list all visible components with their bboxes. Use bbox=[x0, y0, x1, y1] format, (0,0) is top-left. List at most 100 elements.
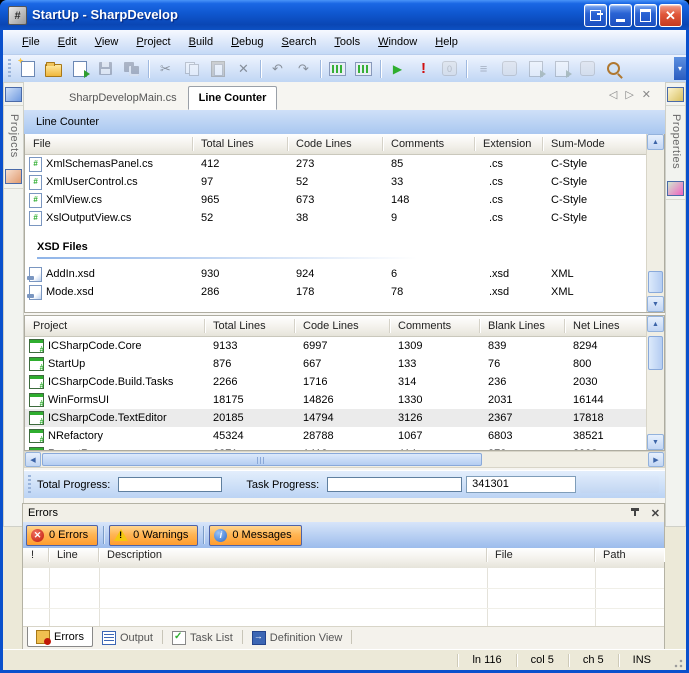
scroll-up-icon[interactable]: ▲ bbox=[647, 134, 664, 150]
table-row[interactable]: WinFormsUI 18175 14826 1330 2031 16144 bbox=[25, 391, 647, 409]
tab-definition-view[interactable]: Definition View bbox=[243, 627, 352, 648]
table-row[interactable]: #XmlSchemasPanel.cs 412 273 85 .cs C-Sty… bbox=[25, 155, 647, 173]
scroll-down-icon[interactable]: ▼ bbox=[647, 296, 664, 312]
col-net-lines[interactable]: Net Lines bbox=[565, 319, 647, 333]
projects-table-header[interactable]: Project Total Lines Code Lines Comments … bbox=[25, 316, 647, 337]
toolbar-overflow-button[interactable]: ▾ bbox=[674, 57, 686, 80]
col-file[interactable]: File bbox=[25, 137, 193, 151]
toolbar-grip[interactable] bbox=[8, 59, 11, 79]
table-row[interactable]: AddIn.xsd 930 924 6 .xsd XML bbox=[25, 265, 647, 283]
menu-view[interactable]: View bbox=[86, 33, 128, 51]
col-file[interactable]: File bbox=[487, 548, 595, 562]
tab-task-list[interactable]: Task List bbox=[163, 627, 242, 648]
col-severity[interactable]: ! bbox=[23, 548, 49, 562]
menu-debug[interactable]: Debug bbox=[222, 33, 272, 51]
col-total-lines[interactable]: Total Lines bbox=[193, 137, 288, 151]
col-comments[interactable]: Comments bbox=[383, 137, 475, 151]
open-button[interactable] bbox=[41, 57, 66, 80]
menu-file[interactable]: File bbox=[13, 33, 49, 51]
scrollbar-thumb[interactable] bbox=[42, 453, 482, 466]
col-extension[interactable]: Extension bbox=[475, 137, 543, 151]
pin-icon[interactable] bbox=[630, 508, 641, 519]
run-button[interactable]: ▶ bbox=[385, 57, 410, 80]
table-row-highlighted[interactable]: ICSharpCode.TextEditor 20185 14794 3126 … bbox=[25, 409, 647, 427]
tab-sharpdevelopmain[interactable]: SharpDevelopMain.cs bbox=[58, 86, 188, 110]
col-comments[interactable]: Comments bbox=[390, 319, 480, 333]
messages-filter-button[interactable]: i 0 Messages bbox=[209, 525, 301, 546]
title-bar[interactable]: # StartUp - SharpDevelop ✕ bbox=[0, 0, 689, 30]
menu-help[interactable]: Help bbox=[426, 33, 467, 51]
scroll-down-icon[interactable]: ▼ bbox=[647, 434, 664, 450]
files-vertical-scrollbar[interactable]: ▲ ▼ bbox=[646, 134, 664, 312]
group-header-underline bbox=[37, 257, 417, 259]
scroll-left-icon[interactable]: ◀ bbox=[25, 452, 41, 467]
tab-close-icon[interactable]: ✕ bbox=[642, 88, 651, 101]
projects-horizontal-scrollbar[interactable]: ◀ ▶ bbox=[24, 451, 665, 468]
abort-button[interactable]: ! bbox=[411, 57, 436, 80]
tab-scroll-left-icon[interactable]: ◁ bbox=[609, 88, 617, 101]
maximize-button[interactable] bbox=[634, 4, 657, 27]
errors-filter-button[interactable]: ✕ 0 Errors bbox=[26, 525, 98, 546]
resize-grip[interactable] bbox=[671, 656, 684, 669]
menu-project[interactable]: Project bbox=[127, 33, 179, 51]
find-in-files-icon bbox=[580, 61, 595, 76]
col-total-lines[interactable]: Total Lines bbox=[205, 319, 295, 333]
definition-view-tab-icon bbox=[252, 631, 266, 645]
scroll-up-icon[interactable]: ▲ bbox=[647, 316, 664, 332]
col-code-lines[interactable]: Code Lines bbox=[288, 137, 383, 151]
table-row[interactable]: Mode.xsd 286 178 78 .xsd XML bbox=[25, 283, 647, 301]
col-sum-mode[interactable]: Sum-Mode bbox=[543, 137, 647, 151]
tab-line-counter[interactable]: Line Counter bbox=[188, 86, 278, 110]
projects-vertical-scrollbar[interactable]: ▲ ▼ bbox=[646, 316, 664, 450]
projects-pad-label[interactable]: Projects bbox=[8, 114, 20, 158]
build-file-button bbox=[523, 57, 548, 80]
menu-search[interactable]: Search bbox=[273, 33, 326, 51]
build-solution-button[interactable] bbox=[325, 57, 350, 80]
minimize-button[interactable] bbox=[609, 4, 632, 27]
errors-table-body[interactable] bbox=[23, 568, 664, 629]
menu-build[interactable]: Build bbox=[180, 33, 222, 51]
warnings-filter-button[interactable]: ! 0 Warnings bbox=[109, 525, 198, 546]
col-blank-lines[interactable]: Blank Lines bbox=[480, 319, 565, 333]
scrollbar-thumb[interactable] bbox=[648, 336, 663, 370]
menu-edit[interactable]: Edit bbox=[49, 33, 86, 51]
new-file-button[interactable] bbox=[15, 57, 40, 80]
toolbar-separator bbox=[466, 60, 467, 78]
menu-bar: File Edit View Project Build Debug Searc… bbox=[3, 30, 686, 55]
errors-table-header[interactable]: ! Line Description File Path bbox=[23, 548, 664, 569]
tab-output[interactable]: Output bbox=[93, 627, 162, 648]
progress-toolbar-grip[interactable] bbox=[28, 475, 31, 494]
properties-pad-button[interactable] bbox=[666, 83, 685, 106]
tools-pad-button[interactable] bbox=[4, 166, 23, 189]
rebuild-solution-button[interactable] bbox=[351, 57, 376, 80]
table-row[interactable]: #XmlUserControl.cs 97 52 33 .cs C-Style bbox=[25, 173, 647, 191]
table-row[interactable]: ICSharpCode.Core 9133 6997 1309 839 8294 bbox=[25, 337, 647, 355]
scrollbar-thumb[interactable] bbox=[648, 271, 663, 293]
files-table-header[interactable]: File Total Lines Code Lines Comments Ext… bbox=[25, 134, 647, 155]
properties-pad-label[interactable]: Properties bbox=[670, 114, 682, 169]
table-row[interactable]: #XmlView.cs 965 673 148 .cs C-Style bbox=[25, 191, 647, 209]
col-path[interactable]: Path bbox=[595, 548, 664, 562]
tab-errors[interactable]: Errors bbox=[27, 627, 93, 647]
col-code-lines[interactable]: Code Lines bbox=[295, 319, 390, 333]
scroll-right-icon[interactable]: ▶ bbox=[648, 452, 664, 467]
panel-close-icon[interactable]: ✕ bbox=[651, 507, 660, 520]
table-row[interactable]: NRefactory 45324 28788 1067 6803 38521 bbox=[25, 427, 647, 445]
tab-scroll-right-icon[interactable]: ▷ bbox=[625, 88, 633, 101]
projects-pad-button[interactable] bbox=[4, 83, 23, 106]
open-with-button[interactable] bbox=[67, 57, 92, 80]
table-row[interactable]: ICSharpCode.Build.Tasks 2266 1716 314 23… bbox=[25, 373, 647, 391]
table-row-clipped[interactable]: ReportRunner 3371 1413 414 373 2998 bbox=[25, 445, 647, 450]
table-row[interactable]: StartUp 876 667 133 76 800 bbox=[25, 355, 647, 373]
table-row[interactable]: #XslOutputView.cs 52 38 9 .cs C-Style bbox=[25, 209, 647, 227]
close-button[interactable]: ✕ bbox=[659, 4, 682, 27]
search-button[interactable] bbox=[601, 57, 626, 80]
col-description[interactable]: Description bbox=[99, 548, 487, 562]
progress-toolbar: Total Progress: Task Progress: 341301 bbox=[24, 470, 665, 498]
col-line[interactable]: Line bbox=[49, 548, 99, 562]
menu-window[interactable]: Window bbox=[369, 33, 426, 51]
colors-pad-button[interactable] bbox=[666, 177, 685, 200]
col-project[interactable]: Project bbox=[25, 319, 205, 333]
toggle-desktop-button[interactable] bbox=[584, 4, 607, 27]
menu-tools[interactable]: Tools bbox=[325, 33, 369, 51]
